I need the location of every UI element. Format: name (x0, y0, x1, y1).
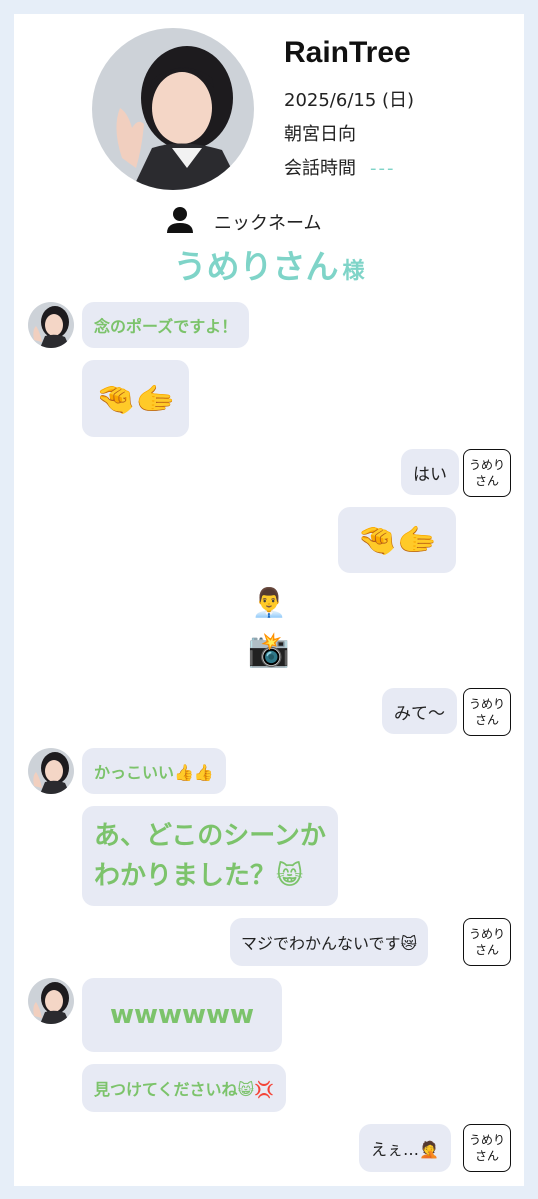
user-tag-line1: うめり (468, 458, 505, 472)
message-bubble: 見つけてくださいね😸💢 (82, 1064, 287, 1112)
message-text: あ、どこのシーンか (94, 821, 326, 851)
message-bubble: 念のポーズですよ！ (82, 302, 250, 348)
message-bubble: えぇ…🤦 (359, 1124, 451, 1172)
chat-date: 2025/6/15 (日) (284, 90, 415, 111)
message-bubble: マジでわかんないです😿 (230, 918, 429, 966)
talk-time-value: --- (370, 158, 396, 179)
message-bubble: みて〜 (382, 688, 457, 734)
member-avatar[interactable] (28, 978, 74, 1024)
message-text: 念のポーズですよ！ (94, 317, 238, 336)
message-bubble: 🤏🫱 (82, 360, 189, 437)
user-tag[interactable]: うめり さん (463, 1124, 511, 1172)
message-text: みて〜 (394, 703, 445, 724)
user-tag-line2: さん (474, 474, 499, 488)
message-text: 🤏🫱 (95, 379, 176, 418)
center-emoji: 📸 (0, 630, 538, 670)
nickname-value: うめりさん (173, 247, 339, 286)
user-tag-line2: さん (474, 943, 499, 957)
message-text: wwwwww (109, 1000, 255, 1030)
user-tag-line1: うめり (468, 1133, 505, 1147)
nickname-row: ニックネーム (166, 206, 321, 238)
message-text: マジでわかんないです😿 (241, 934, 418, 953)
profile-avatar[interactable] (92, 28, 254, 190)
talk-time-label: 会話時間 (284, 158, 356, 179)
message-text: えぇ…🤦 (371, 1140, 439, 1159)
message-bubble: 🤏🫱 (338, 507, 456, 573)
user-tag-line1: うめり (468, 927, 505, 941)
message-text: 👨‍💼 (251, 586, 287, 619)
center-emoji: 👨‍💼 (0, 586, 538, 619)
message-text: 🤏🫱 (357, 521, 437, 559)
user-tag-line1: うめり (468, 697, 505, 711)
message-text: 見つけてくださいね😸💢 (94, 1080, 275, 1099)
message-bubble: かっこいい👍👍 (82, 748, 226, 794)
message-text: わかりました？😸 (94, 861, 304, 891)
message-bubble: wwwwww (82, 978, 282, 1052)
nickname-suffix: 様 (342, 259, 365, 284)
user-tag-line2: さん (474, 1149, 499, 1163)
message-text: はい (413, 464, 447, 485)
talk-time: 会話時間 --- (284, 154, 396, 180)
member-avatar[interactable] (28, 748, 74, 794)
message-bubble: はい (401, 449, 459, 495)
person-icon (166, 206, 194, 238)
nickname-label: ニックネーム (214, 213, 322, 234)
user-tag[interactable]: うめり さん (463, 688, 511, 736)
app-title: RainTree (284, 36, 411, 69)
user-tag[interactable]: うめり さん (463, 449, 511, 497)
nickname: うめりさん様 (0, 240, 538, 288)
member-avatar[interactable] (28, 302, 74, 348)
message-text: 📸 (247, 630, 291, 670)
message-text: かっこいい👍👍 (94, 763, 214, 782)
member-name: 朝宮日向 (284, 124, 356, 145)
message-bubble: あ、どこのシーンか わかりました？😸 (82, 806, 338, 906)
user-tag[interactable]: うめり さん (463, 918, 511, 966)
user-tag-line2: さん (474, 713, 499, 727)
